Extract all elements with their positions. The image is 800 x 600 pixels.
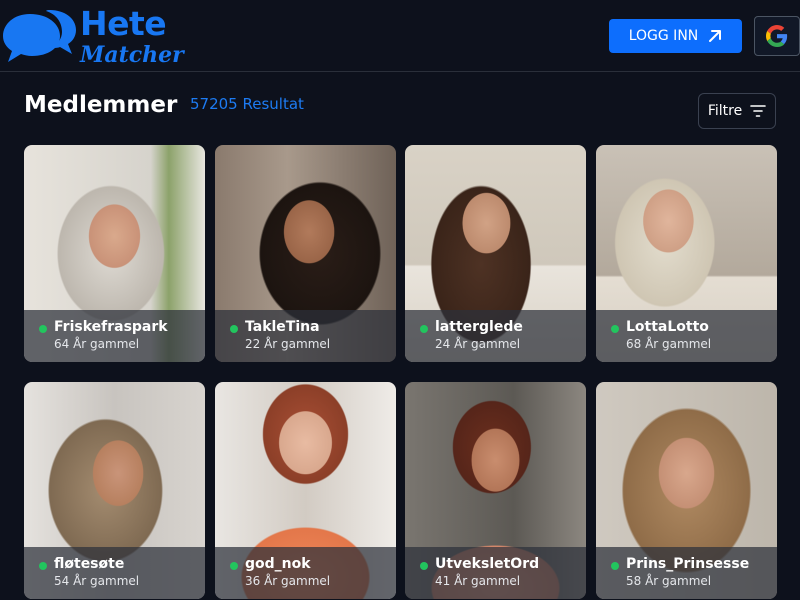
member-age: 64 År gammel	[54, 337, 140, 351]
online-status-icon	[39, 562, 47, 570]
online-status-icon	[230, 562, 238, 570]
member-name: Prins_Prinsesse	[626, 556, 750, 572]
member-name: Friskefraspark	[54, 319, 168, 335]
member-age: 24 År gammel	[435, 337, 521, 351]
online-status-icon	[420, 325, 428, 333]
brand-name-line2: Matcher	[80, 42, 184, 68]
member-name: LottaLotto	[626, 319, 709, 335]
online-status-icon	[611, 562, 619, 570]
member-info: UtveksletOrd 41 År gammel	[405, 547, 586, 599]
login-button-label: LOGG INN	[628, 28, 699, 44]
online-status-icon	[420, 562, 428, 570]
filter-button-label: Filtre	[707, 103, 743, 119]
member-age: 36 År gammel	[245, 574, 331, 588]
member-info: LottaLotto 68 År gammel	[596, 310, 777, 362]
member-info: fløtesøte 54 År gammel	[24, 547, 205, 599]
arrow-up-right-icon	[709, 30, 722, 42]
member-age: 58 År gammel	[626, 574, 712, 588]
member-name: god_nok	[245, 556, 311, 572]
member-card[interactable]: god_nok 36 År gammel	[215, 382, 396, 599]
chat-bubbles-icon	[3, 10, 76, 62]
member-info: Prins_Prinsesse 58 År gammel	[596, 547, 777, 599]
member-info: Friskefraspark 64 År gammel	[24, 310, 205, 362]
member-name: latterglede	[435, 319, 523, 335]
brand-logo[interactable]: Hete Matcher	[0, 2, 185, 70]
member-age: 41 År gammel	[435, 574, 521, 588]
site-header: Hete Matcher LOGG INN	[0, 0, 800, 72]
member-card[interactable]: LottaLotto 68 År gammel	[596, 145, 777, 362]
member-age: 54 År gammel	[54, 574, 140, 588]
online-status-icon	[230, 325, 238, 333]
filter-button[interactable]: Filtre	[698, 93, 776, 129]
online-status-icon	[39, 325, 47, 333]
member-name: TakleTina	[245, 319, 320, 335]
brand-name-line1: Hete	[80, 4, 167, 43]
login-button[interactable]: LOGG INN	[609, 19, 742, 53]
member-name: fløtesøte	[54, 556, 125, 572]
member-card[interactable]: fløtesøte 54 År gammel	[24, 382, 205, 599]
member-card[interactable]: TakleTina 22 År gammel	[215, 145, 396, 362]
google-login-button[interactable]	[754, 16, 800, 56]
member-card[interactable]: UtveksletOrd 41 År gammel	[405, 382, 586, 599]
member-info: god_nok 36 År gammel	[215, 547, 396, 599]
member-name: UtveksletOrd	[435, 556, 540, 572]
result-count: 57205 Resultat	[190, 95, 304, 113]
member-info: latterglede 24 År gammel	[405, 310, 586, 362]
online-status-icon	[611, 325, 619, 333]
member-card[interactable]: latterglede 24 År gammel	[405, 145, 586, 362]
member-age: 22 År gammel	[245, 337, 331, 351]
member-card[interactable]: Prins_Prinsesse 58 År gammel	[596, 382, 777, 599]
member-age: 68 År gammel	[626, 337, 712, 351]
member-card[interactable]: Friskefraspark 64 År gammel	[24, 145, 205, 362]
page-title: Medlemmer	[24, 92, 178, 118]
filter-lines-icon	[750, 105, 766, 117]
google-icon	[766, 25, 788, 47]
member-info: TakleTina 22 År gammel	[215, 310, 396, 362]
